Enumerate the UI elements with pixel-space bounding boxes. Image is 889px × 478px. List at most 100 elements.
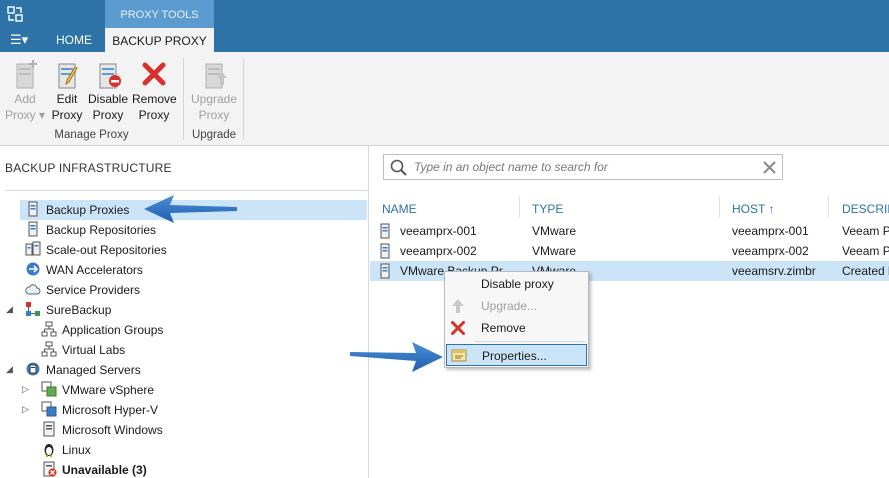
title-bar: ☰▾ HOME PROXY TOOLS BACKUP PROXY <box>0 0 889 52</box>
linux-penguin-icon <box>44 444 54 457</box>
ribbon: Add Proxy ▾ Edit Proxy Disable Proxy Rem… <box>0 52 889 146</box>
tree-item-label: Virtual Labs <box>62 343 126 357</box>
repository-icon <box>28 221 38 237</box>
proxy-server-icon <box>380 223 390 239</box>
cell-description: Veeam Pr <box>842 224 889 238</box>
surebackup-icon <box>26 302 40 316</box>
search-icon <box>390 159 407 176</box>
scale-out-repository-icon <box>25 241 41 256</box>
edit-server-icon <box>58 63 78 89</box>
collapse-surebackup-toggle[interactable]: ◢ <box>6 304 13 315</box>
cloud-icon <box>25 284 41 295</box>
cell-name: veeamprx-002 <box>400 244 477 258</box>
upgrade-server-icon <box>205 63 227 89</box>
app-logo-icon[interactable] <box>7 6 23 22</box>
menu-item-label: Remove <box>481 321 526 335</box>
menu-item-remove[interactable]: Remove <box>446 317 587 339</box>
tree-item-label: Microsoft Windows <box>62 423 163 437</box>
disable-proxy-button[interactable]: Disable Proxy <box>86 58 130 123</box>
table-row[interactable]: veeamprx-001 VMware veeamprx-001 Veeam P… <box>370 221 889 241</box>
search-box[interactable]: Type in an object name to search for <box>383 154 783 180</box>
add-proxy-label: Add Proxy ▾ <box>4 92 46 122</box>
column-separator <box>519 196 520 218</box>
tree-item-label: Linux <box>62 443 91 457</box>
expand-hyper-v-toggle[interactable]: ▷ <box>22 404 29 415</box>
wan-accelerator-icon <box>26 262 40 276</box>
edit-proxy-button[interactable]: Edit Proxy <box>45 58 89 123</box>
tab-home[interactable]: HOME <box>44 28 104 52</box>
menu-item-disable-proxy[interactable]: Disable proxy <box>446 273 587 295</box>
tree-item-wan-accelerators[interactable]: WAN Accelerators <box>25 260 143 280</box>
tree-item-managed-servers[interactable]: Managed Servers <box>25 360 141 380</box>
table-row[interactable]: veeamprx-002 VMware veeamprx-002 Veeam P… <box>370 241 889 261</box>
properties-icon <box>451 349 467 362</box>
column-separator <box>719 196 720 218</box>
group-label-upgrade: Upgrade <box>191 129 237 141</box>
add-server-icon <box>16 60 37 89</box>
ribbon-group-separator <box>243 58 244 140</box>
tree-item-label: Application Groups <box>62 323 164 337</box>
unavailable-server-icon <box>43 461 57 477</box>
tree-item-surebackup[interactable]: SureBackup <box>25 300 111 320</box>
tree-item-backup-repositories[interactable]: Backup Repositories <box>25 220 156 240</box>
virtual-lab-icon <box>41 341 57 357</box>
remove-proxy-label: Remove Proxy <box>132 92 177 122</box>
cell-description: Veeam Pr <box>842 244 889 258</box>
cell-description: Created b <box>842 264 889 278</box>
column-header-description[interactable]: DESCRIPT <box>842 202 889 216</box>
proxy-server-icon <box>380 243 390 259</box>
cell-host: veeamprx-002 <box>732 244 809 258</box>
collapse-managed-servers-toggle[interactable]: ◢ <box>6 364 13 375</box>
clear-search-icon[interactable] <box>763 161 776 174</box>
upgrade-proxy-label: Upgrade Proxy <box>190 92 238 122</box>
panel-divider <box>5 190 367 191</box>
tree-item-unavailable[interactable]: Unavailable (3) <box>41 460 147 478</box>
managed-servers-icon <box>26 362 40 376</box>
tree-item-service-providers[interactable]: Service Providers <box>25 280 140 300</box>
ribbon-group-separator <box>183 58 184 140</box>
tree-item-application-groups[interactable]: Application Groups <box>41 320 163 340</box>
tree-item-label: Microsoft Hyper-V <box>62 403 159 417</box>
application-group-icon <box>41 321 57 337</box>
tree-item-label: Service Providers <box>46 283 141 297</box>
disable-proxy-label: Disable Proxy <box>87 92 129 122</box>
remove-x-icon <box>451 321 465 335</box>
disable-server-icon <box>99 63 121 89</box>
tree-item-microsoft-hyper-v[interactable]: Microsoft Hyper-V <box>41 400 158 420</box>
upgrade-arrow-icon <box>452 299 464 313</box>
column-separator <box>828 196 829 218</box>
tree-item-vmware-vsphere[interactable]: VMware vSphere <box>41 380 154 400</box>
tree-item-virtual-labs[interactable]: Virtual Labs <box>41 340 125 360</box>
main-menu-button[interactable]: ☰▾ <box>10 32 28 48</box>
column-header-name[interactable]: NAME <box>382 202 417 216</box>
remove-proxy-button[interactable]: Remove Proxy <box>132 58 177 123</box>
context-menu: Disable proxy Upgrade... Remove Properti… <box>444 271 589 368</box>
group-label-manage-proxy: Manage Proxy <box>54 129 129 141</box>
tree-item-label: Backup Proxies <box>46 203 130 217</box>
search-input[interactable]: Type in an object name to search for <box>414 160 608 174</box>
tab-backup-proxy[interactable]: BACKUP PROXY <box>105 28 214 52</box>
column-header-host[interactable]: HOST ↑ <box>732 202 774 216</box>
context-tab-group-label: PROXY TOOLS <box>105 0 214 28</box>
tree-item-linux[interactable]: Linux <box>41 440 91 460</box>
expand-vsphere-toggle[interactable]: ▷ <box>22 384 29 395</box>
menu-item-upgrade[interactable]: Upgrade... <box>446 295 587 317</box>
proxy-server-icon <box>380 263 390 279</box>
tree-item-microsoft-windows[interactable]: Microsoft Windows <box>41 420 163 440</box>
add-proxy-button[interactable]: Add Proxy ▾ <box>3 58 47 123</box>
callout-arrow-right <box>350 342 443 372</box>
tree-item-label: WAN Accelerators <box>46 263 143 277</box>
hyper-v-icon <box>41 401 57 417</box>
server-icon <box>28 201 38 217</box>
tree-item-label: Scale-out Repositories <box>46 243 167 257</box>
remove-x-icon <box>142 62 166 86</box>
upgrade-proxy-button[interactable]: Upgrade Proxy <box>189 58 239 123</box>
tree-item-scale-out-repositories[interactable]: Scale-out Repositories <box>25 240 167 260</box>
tree-item-label: Unavailable (3) <box>62 463 147 477</box>
tree-item-label: Managed Servers <box>46 363 141 377</box>
menu-item-properties[interactable]: Properties... <box>446 344 587 366</box>
column-header-type[interactable]: TYPE <box>532 202 563 216</box>
tree-item-label: VMware vSphere <box>62 383 155 397</box>
cell-type: VMware <box>532 244 577 258</box>
menu-item-label: Properties... <box>482 349 547 363</box>
